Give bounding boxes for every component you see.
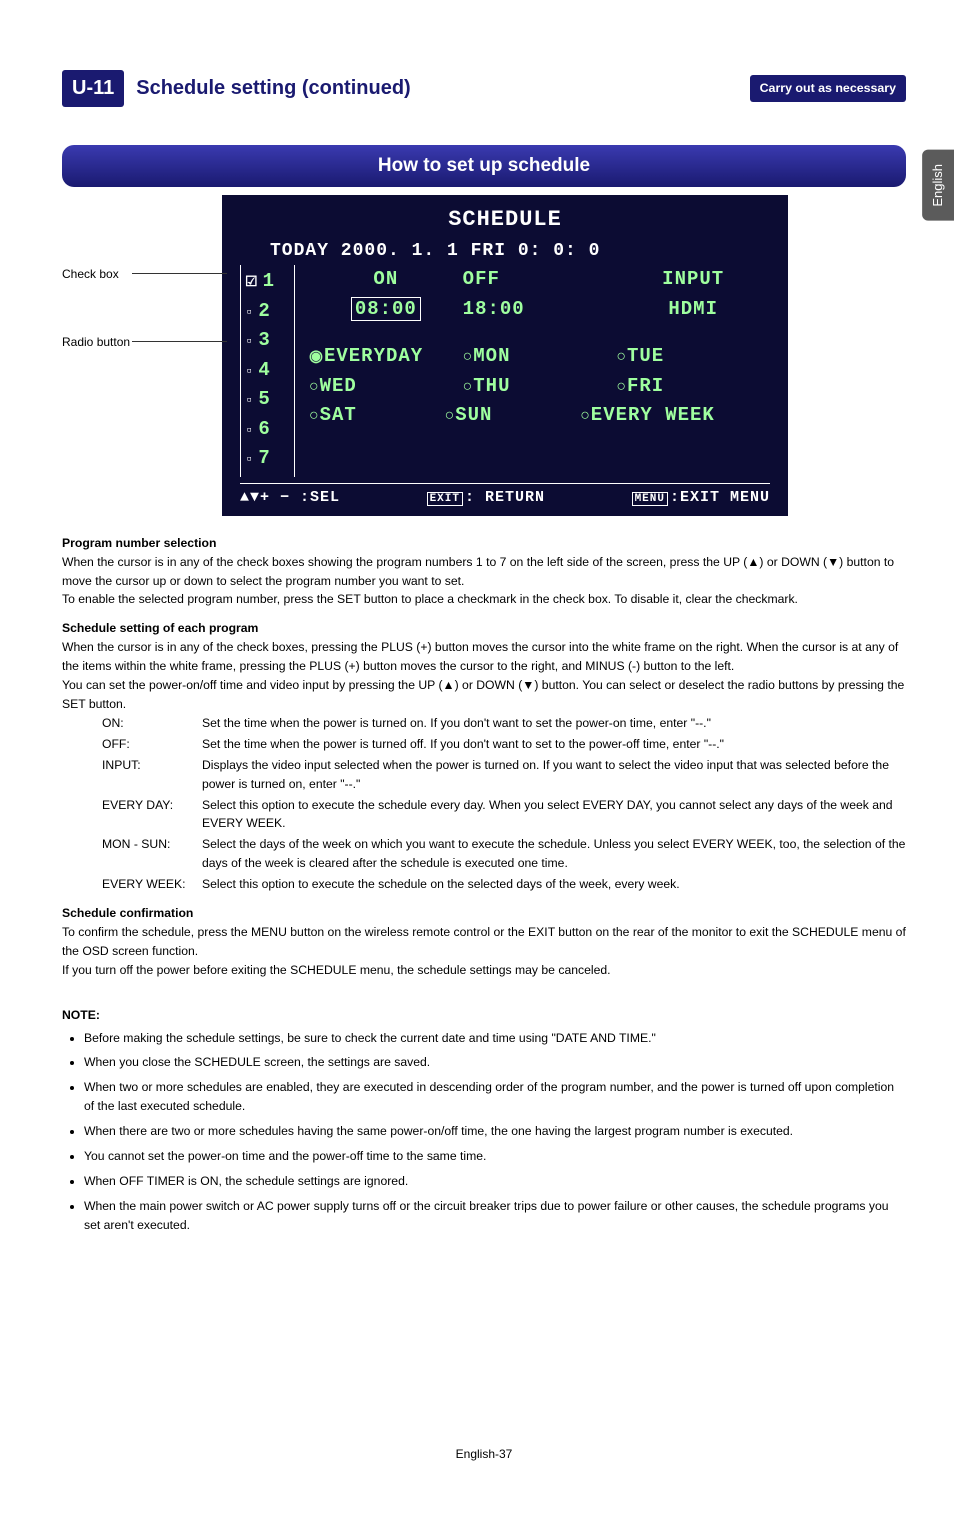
day-thu: THU bbox=[473, 375, 510, 397]
checkbox-icon: ▫ bbox=[245, 423, 254, 439]
radio-icon: ○ bbox=[616, 348, 627, 366]
def-text: Select this option to execute the schedu… bbox=[202, 796, 906, 834]
def-text: Select this option to execute the schedu… bbox=[202, 875, 906, 894]
note-item: You cannot set the power-on time and the… bbox=[84, 1147, 906, 1166]
radio-icon: ○ bbox=[580, 407, 591, 425]
note-item: Before making the schedule settings, be … bbox=[84, 1029, 906, 1048]
heading-confirmation: Schedule confirmation bbox=[62, 904, 906, 923]
osd-title: SCHEDULE bbox=[240, 203, 770, 237]
off-value: 18:00 bbox=[463, 295, 617, 324]
language-tab: English bbox=[922, 150, 954, 221]
section-title: Schedule setting (continued) bbox=[136, 73, 737, 104]
exit-key-icon: EXIT bbox=[427, 492, 463, 506]
para: If you turn off the power before exiting… bbox=[62, 961, 906, 980]
radio-selected-icon: ◉ bbox=[309, 348, 324, 366]
note-item: When the main power switch or AC power s… bbox=[84, 1197, 906, 1235]
checkbox-icon: ▫ bbox=[245, 334, 254, 350]
note-item: When OFF TIMER is ON, the schedule setti… bbox=[84, 1172, 906, 1191]
prog-3: 3 bbox=[258, 329, 270, 351]
day-sat: SAT bbox=[320, 404, 357, 426]
col-off: OFF bbox=[463, 265, 617, 294]
day-everyday: EVERYDAY bbox=[324, 345, 423, 367]
prog-7: 7 bbox=[258, 447, 270, 469]
def-term: EVERY WEEK: bbox=[102, 875, 202, 894]
callout-radio: Radio button bbox=[62, 333, 130, 352]
checkbox-icon: ▫ bbox=[245, 364, 254, 380]
para: To enable the selected program number, p… bbox=[62, 590, 906, 609]
radio-icon: ○ bbox=[445, 407, 456, 425]
def-text: Displays the video input selected when t… bbox=[202, 756, 906, 794]
necessary-badge: Carry out as necessary bbox=[750, 75, 906, 102]
def-term: EVERY DAY: bbox=[102, 796, 202, 834]
radio-icon: ○ bbox=[463, 378, 474, 396]
day-fri: FRI bbox=[627, 375, 664, 397]
callout-checkbox: Check box bbox=[62, 265, 119, 284]
def-term: INPUT: bbox=[102, 756, 202, 794]
day-mon: MON bbox=[473, 345, 510, 367]
heading-schedule-setting: Schedule setting of each program bbox=[62, 619, 906, 638]
note-item: When two or more schedules are enabled, … bbox=[84, 1078, 906, 1116]
prog-5: 5 bbox=[258, 388, 270, 410]
page-number: English-37 bbox=[62, 1445, 906, 1464]
day-wed: WED bbox=[320, 375, 357, 397]
osd-screenshot: SCHEDULE TODAY 2000. 1. 1 FRI 0: 0: 0 ☑1… bbox=[222, 195, 788, 515]
heading-program-number: Program number selection bbox=[62, 534, 906, 553]
def-text: Select the days of the week on which you… bbox=[202, 835, 906, 873]
foot-sel: ▲▼+ − :SEL bbox=[240, 486, 340, 509]
para: You can set the power-on/off time and vi… bbox=[62, 676, 906, 714]
menu-key-icon: MENU bbox=[632, 492, 668, 506]
program-column: ☑1 ▫2 ▫3 ▫4 ▫5 ▫6 ▫7 bbox=[240, 265, 295, 477]
checkbox-icon: ▫ bbox=[245, 452, 254, 468]
osd-today-line: TODAY 2000. 1. 1 FRI 0: 0: 0 bbox=[240, 238, 770, 266]
day-everyweek: EVERY WEEK bbox=[591, 404, 715, 426]
checkbox-checked-icon: ☑ bbox=[245, 275, 259, 291]
radio-icon: ○ bbox=[309, 378, 320, 396]
prog-4: 4 bbox=[258, 359, 270, 381]
checkbox-icon: ▫ bbox=[245, 393, 254, 409]
prog-2: 2 bbox=[258, 300, 270, 322]
checkbox-icon: ▫ bbox=[245, 305, 254, 321]
col-on: ON bbox=[309, 265, 463, 294]
foot-exit: :EXIT MENU bbox=[670, 489, 770, 506]
note-heading: NOTE: bbox=[62, 1006, 906, 1025]
note-item: When there are two or more schedules hav… bbox=[84, 1122, 906, 1141]
radio-icon: ○ bbox=[463, 348, 474, 366]
para: When the cursor is in any of the check b… bbox=[62, 553, 906, 591]
def-term: ON: bbox=[102, 714, 202, 733]
def-text: Set the time when the power is turned on… bbox=[202, 714, 906, 733]
day-tue: TUE bbox=[627, 345, 664, 367]
def-text: Set the time when the power is turned of… bbox=[202, 735, 906, 754]
section-number: U-11 bbox=[62, 70, 124, 107]
def-term: MON - SUN: bbox=[102, 835, 202, 873]
day-sun: SUN bbox=[455, 404, 492, 426]
note-item: When you close the SCHEDULE screen, the … bbox=[84, 1053, 906, 1072]
prog-6: 6 bbox=[258, 418, 270, 440]
input-value: HDMI bbox=[616, 295, 770, 324]
on-value: 08:00 bbox=[351, 297, 421, 321]
para: To confirm the schedule, press the MENU … bbox=[62, 923, 906, 961]
radio-icon: ○ bbox=[309, 407, 320, 425]
radio-icon: ○ bbox=[616, 378, 627, 396]
section-bar: How to set up schedule bbox=[62, 145, 906, 187]
def-term: OFF: bbox=[102, 735, 202, 754]
prog-1: 1 bbox=[263, 270, 275, 292]
para: When the cursor is in any of the check b… bbox=[62, 638, 906, 676]
foot-return: : RETURN bbox=[465, 489, 545, 506]
col-input: INPUT bbox=[616, 265, 770, 294]
